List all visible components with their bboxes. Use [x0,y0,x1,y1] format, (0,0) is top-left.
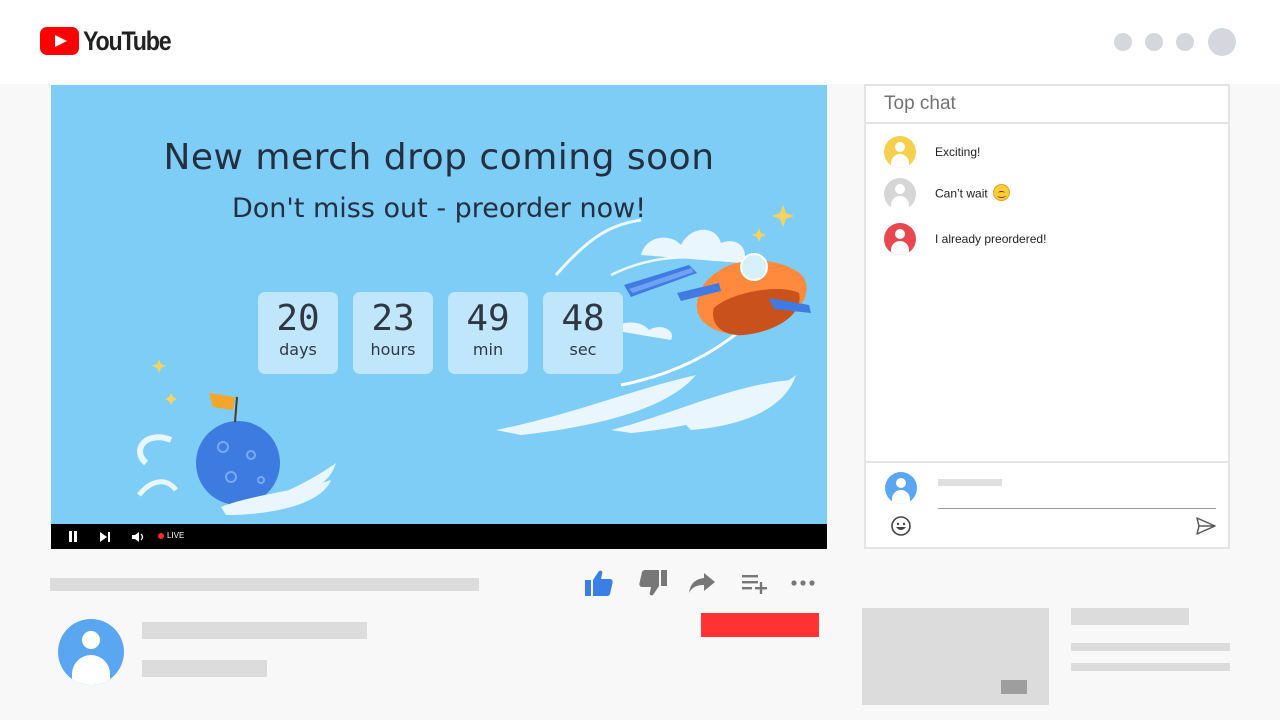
header-dot-icon[interactable] [1176,33,1194,51]
live-indicator[interactable]: LIVE [158,531,184,540]
countdown-value: 49 [466,298,510,339]
countdown-value: 48 [561,298,605,339]
chat-message: Can’t wait [884,178,1010,210]
chat-avatar [884,223,916,255]
chat-avatar [884,178,916,210]
chat-input-underline[interactable] [938,508,1216,509]
countdown-unit: min [472,340,504,359]
video-player[interactable]: New merch drop coming soon Don't miss ou… [51,85,827,549]
chat-avatar [884,136,916,168]
recommended-thumbnail[interactable] [862,608,1049,705]
live-dot-icon [158,532,164,539]
chat-message-text: Exciting! [935,145,981,159]
header-dot-icon[interactable] [1145,33,1163,51]
channel-subscribers-placeholder [142,660,267,677]
countdown-unit: sec [569,340,597,359]
add-to-playlist-icon[interactable] [738,566,772,600]
chat-header: Top chat [866,86,1228,124]
send-icon[interactable] [1196,517,1218,537]
countdown-unit: days [279,340,317,359]
video-headline: New merch drop coming soon [163,137,715,178]
recommended-meta-placeholder [1071,663,1230,671]
video-frame: New merch drop coming soon Don't miss ou… [51,85,827,524]
channel-name-placeholder [142,622,367,639]
recommended-title-placeholder [1071,608,1189,625]
chat-title[interactable]: Top chat [884,93,956,115]
chat-composer [866,461,1228,547]
countdown-value: 20 [276,298,320,339]
video-subline: Don't miss out - preorder now! [231,193,647,224]
duration-badge [1001,680,1027,694]
live-chat-panel: Top chat Exciting! Can’t wait I already … [864,84,1230,549]
next-icon[interactable] [97,524,113,549]
chat-message: I already preordered! [884,223,1046,255]
countdown-days: 20 days [258,292,338,374]
chat-message-text: I already preordered! [935,232,1047,246]
header-actions [1101,28,1236,56]
countdown-value: 23 [371,298,415,339]
chat-message-label: Can’t wait [935,186,988,201]
countdown-hours: 23 hours [353,292,433,374]
header-dot-icon[interactable] [1114,33,1132,51]
channel-avatar[interactable] [58,619,124,685]
countdown-minutes: 49 min [448,292,528,374]
video-title-placeholder [50,578,479,591]
pause-icon[interactable] [65,524,81,549]
more-icon[interactable] [786,566,820,600]
dislike-icon[interactable] [636,566,670,600]
countdown-timer: 20 days 23 hours 49 min 48 sec [258,292,638,374]
smiling-face-emoji-icon [992,183,1010,201]
subscribe-button[interactable] [701,613,819,637]
share-icon[interactable] [685,566,719,600]
countdown-seconds: 48 sec [543,292,623,374]
player-controls: LIVE [51,524,827,549]
countdown-unit: hours [370,340,416,359]
live-label: LIVE [167,531,185,540]
chat-message-text: Can’t wait [935,183,1010,203]
logo-text: YouTube [83,25,172,56]
chat-message: Exciting! [884,136,980,168]
youtube-play-icon [40,27,79,55]
volume-icon[interactable] [129,524,147,549]
composer-avatar [885,472,917,504]
top-bar: YouTube [0,0,1280,84]
youtube-logo[interactable]: YouTube [40,26,185,56]
account-avatar[interactable] [1208,28,1236,56]
chat-input-placeholder[interactable] [938,479,1002,486]
recommended-meta-placeholder [1071,643,1230,651]
emoji-icon[interactable] [890,515,914,539]
like-icon[interactable] [582,566,616,600]
